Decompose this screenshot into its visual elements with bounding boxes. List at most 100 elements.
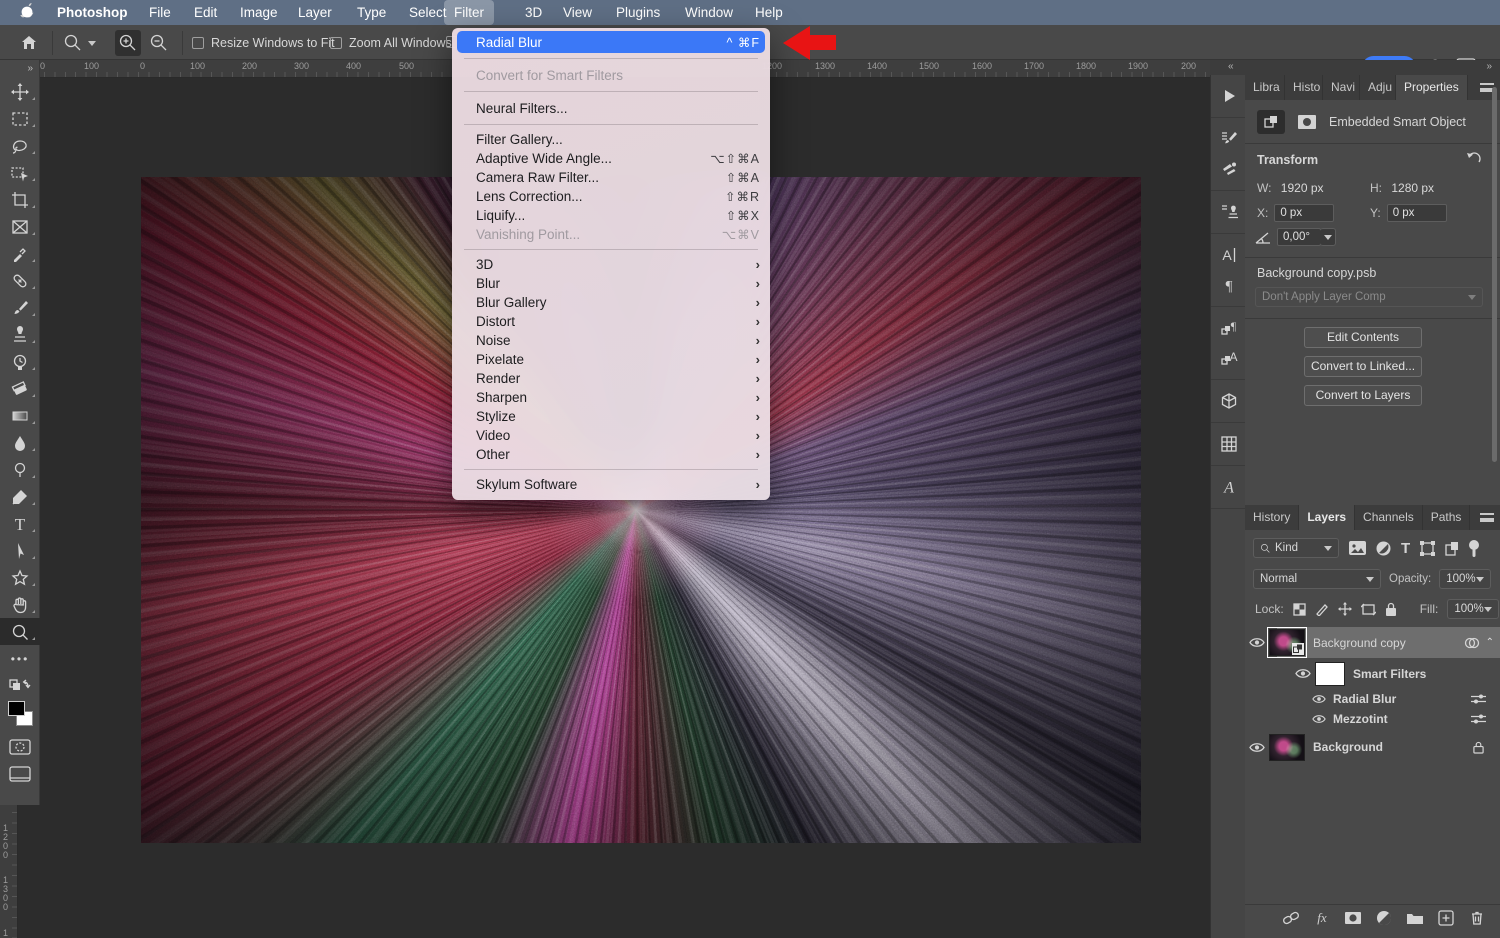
menu-item-video[interactable]: Video› xyxy=(452,426,770,445)
menubar-item-file[interactable]: File xyxy=(139,0,181,25)
clone-source-panel-icon[interactable] xyxy=(1211,197,1246,227)
checkbox-icon[interactable] xyxy=(330,37,342,49)
menu-item-stylize[interactable]: Stylize› xyxy=(452,407,770,426)
dock-collapse-icon[interactable]: « xyxy=(1228,61,1234,72)
history-brush-tool-icon[interactable] xyxy=(0,348,40,375)
layer-name[interactable]: Background copy xyxy=(1313,636,1406,650)
tab-layers[interactable]: Layers xyxy=(1299,505,1355,530)
swap-colors-icon[interactable] xyxy=(0,672,40,699)
glyphs-panel-icon[interactable]: A xyxy=(1211,472,1246,502)
y-input[interactable]: 0 px xyxy=(1387,204,1447,222)
path-select-tool-icon[interactable] xyxy=(0,537,40,564)
opacity-select[interactable]: 100% xyxy=(1439,569,1491,589)
blur-tool-icon[interactable] xyxy=(0,429,40,456)
toolbar-options-icon[interactable]: ••• xyxy=(0,645,40,672)
eyedropper-tool-icon[interactable] xyxy=(0,240,40,267)
threed-panel-icon[interactable] xyxy=(1211,386,1246,416)
foreground-background-swatches[interactable] xyxy=(0,699,40,733)
menu-item-lens-correction[interactable]: Lens Correction...⇧⌘R xyxy=(452,187,770,206)
add-mask-icon[interactable] xyxy=(1344,909,1362,927)
menu-item-blur-gallery[interactable]: Blur Gallery› xyxy=(452,293,770,312)
filter-options-icon[interactable] xyxy=(1471,713,1486,725)
menu-item-filter-gallery[interactable]: Filter Gallery... xyxy=(452,130,770,149)
brush-tool-icon[interactable] xyxy=(0,294,40,321)
frame-tool-icon[interactable] xyxy=(0,213,40,240)
apple-menu-icon[interactable] xyxy=(20,3,36,21)
convert-to-linked-button[interactable]: Convert to Linked... xyxy=(1304,356,1422,377)
patterns-panel-icon[interactable] xyxy=(1211,429,1246,459)
edit-contents-button[interactable]: Edit Contents xyxy=(1304,327,1422,348)
menu-item-skylum-software[interactable]: Skylum Software› xyxy=(452,475,770,494)
brushes-panel-icon[interactable] xyxy=(1211,154,1246,184)
tab-paths[interactable]: Paths xyxy=(1423,505,1471,530)
home-icon[interactable] xyxy=(18,32,40,54)
menu-item-radial-blur[interactable]: Radial Blur^ ⌘F xyxy=(457,31,765,53)
smart-filter-mezzotint-row[interactable]: Mezzotint xyxy=(1245,709,1500,729)
menu-item-blur[interactable]: Blur› xyxy=(452,274,770,293)
character-panel-icon[interactable]: A xyxy=(1211,240,1246,270)
panels-collapse-icon[interactable]: » xyxy=(1486,61,1492,72)
menu-item-render[interactable]: Render› xyxy=(452,369,770,388)
angle-dropdown-icon[interactable] xyxy=(1320,228,1336,246)
clone-stamp-tool-icon[interactable] xyxy=(0,321,40,348)
menubar-item-image[interactable]: Image xyxy=(230,0,288,25)
visibility-eye-icon[interactable] xyxy=(1307,694,1331,704)
screen-mode-button[interactable] xyxy=(0,760,40,787)
tab-histogram[interactable]: Histo xyxy=(1285,75,1323,100)
foreground-color-swatch[interactable] xyxy=(8,701,25,716)
tab-channels[interactable]: Channels xyxy=(1355,505,1423,530)
tab-properties[interactable]: Properties xyxy=(1396,75,1468,100)
tab-history[interactable]: History xyxy=(1245,505,1299,530)
menubar-item-filter[interactable]: Filter xyxy=(444,0,494,25)
eraser-tool-icon[interactable] xyxy=(0,375,40,402)
menubar-item-photoshop[interactable]: Photoshop xyxy=(47,0,138,25)
menu-item-3d[interactable]: 3D› xyxy=(452,255,770,274)
lock-position-icon[interactable] xyxy=(1338,602,1352,616)
paragraph-styles-panel-icon[interactable]: ¶ xyxy=(1211,313,1246,343)
chevron-down-icon[interactable] xyxy=(86,32,98,54)
zoom-in-button[interactable] xyxy=(115,30,141,56)
filter-image-icon[interactable] xyxy=(1349,541,1366,555)
reset-transform-icon[interactable] xyxy=(1466,151,1482,165)
gradient-tool-icon[interactable] xyxy=(0,402,40,429)
filter-name[interactable]: Mezzotint xyxy=(1333,712,1388,726)
fill-select[interactable]: 100% xyxy=(1447,599,1499,619)
filter-adjustment-icon[interactable] xyxy=(1376,541,1391,556)
menubar-item-plugins[interactable]: Plugins xyxy=(606,0,670,25)
smart-filter-badge-icon[interactable] xyxy=(1464,637,1480,649)
lasso-tool-icon[interactable] xyxy=(0,132,40,159)
smart-filters-label[interactable]: Smart Filters xyxy=(1353,667,1426,681)
smart-filters-row[interactable]: Smart Filters xyxy=(1245,658,1500,689)
menu-item-other[interactable]: Other› xyxy=(452,445,770,464)
tab-navigator[interactable]: Navi xyxy=(1323,75,1360,100)
visibility-eye-icon[interactable] xyxy=(1245,742,1269,753)
hand-tool-icon[interactable] xyxy=(0,591,40,618)
menu-item-adaptive-wide-angle[interactable]: Adaptive Wide Angle...⌥⇧⌘A xyxy=(452,149,770,168)
properties-scrollbar[interactable] xyxy=(1492,87,1497,462)
quick-mask-button[interactable] xyxy=(0,733,40,760)
lock-transparency-icon[interactable] xyxy=(1293,603,1306,616)
menu-item-distort[interactable]: Distort› xyxy=(452,312,770,331)
layer-row-background[interactable]: Background xyxy=(1245,731,1500,763)
blend-mode-select[interactable]: Normal xyxy=(1253,569,1381,589)
visibility-eye-icon[interactable] xyxy=(1245,637,1269,648)
menu-item-pixelate[interactable]: Pixelate› xyxy=(452,350,770,369)
tab-libraries[interactable]: Libra xyxy=(1245,75,1285,100)
menu-item-camera-raw-filter[interactable]: Camera Raw Filter...⇧⌘A xyxy=(452,168,770,187)
menubar-item-3d[interactable]: 3D xyxy=(515,0,552,25)
checkbox-icon[interactable] xyxy=(192,37,204,49)
menu-item-noise[interactable]: Noise› xyxy=(452,331,770,350)
shape-tool-icon[interactable] xyxy=(0,564,40,591)
filter-options-icon[interactable] xyxy=(1471,693,1486,705)
healing-tool-icon[interactable] xyxy=(0,267,40,294)
menu-item-sharpen[interactable]: Sharpen› xyxy=(452,388,770,407)
menubar-item-view[interactable]: View xyxy=(553,0,602,25)
filter-type-icon[interactable]: T xyxy=(1401,540,1410,557)
kind-filter-select[interactable]: Kind xyxy=(1253,538,1339,558)
lock-all-icon[interactable] xyxy=(1385,602,1397,616)
marquee-tool-icon[interactable] xyxy=(0,105,40,132)
filter-pin-toggle-icon[interactable] xyxy=(1469,540,1479,557)
visibility-eye-icon[interactable] xyxy=(1307,714,1331,724)
dodge-tool-icon[interactable] xyxy=(0,456,40,483)
zoom-tool-icon[interactable] xyxy=(0,618,40,645)
